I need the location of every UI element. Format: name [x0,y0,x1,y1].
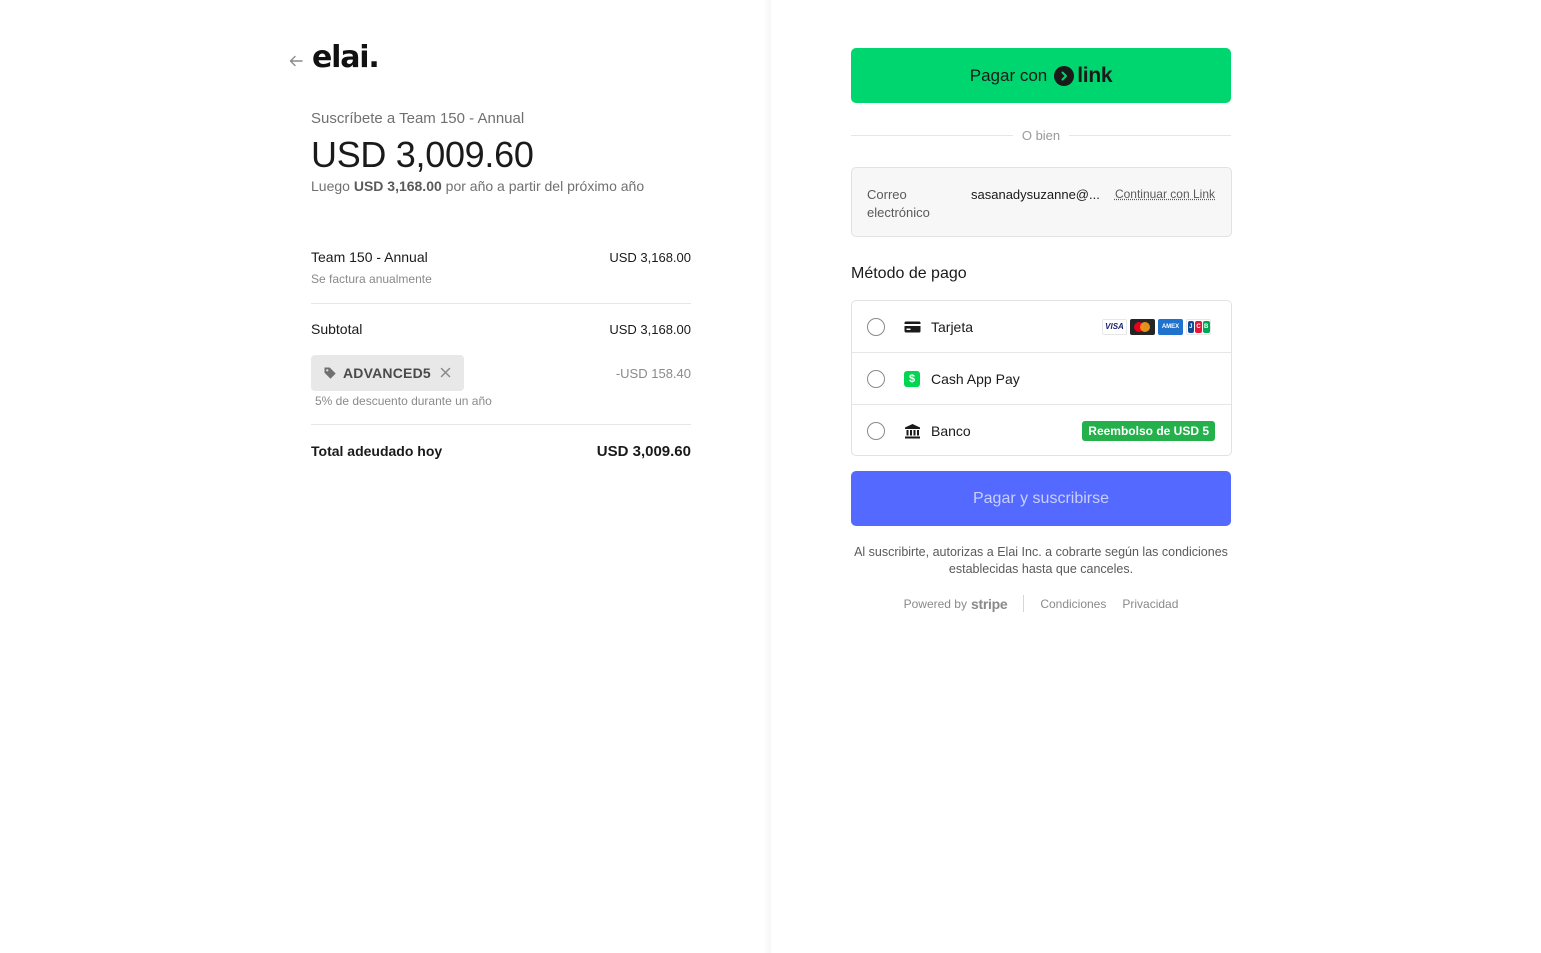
divider [311,424,691,425]
bank-icon [903,422,921,440]
payment-method-card[interactable]: Tarjeta VISA AMEX JCB [852,301,1231,353]
jcb-icon: JCB [1186,318,1211,335]
billing-note: Se factura anualmente [311,272,432,286]
powered-by-stripe[interactable]: Powered by stripe [904,596,1008,612]
tag-icon [323,366,337,380]
or-text: O bien [1021,127,1061,143]
footer-divider [1023,595,1025,612]
payment-method-cashapp[interactable]: $ Cash App Pay [852,353,1231,405]
stripe-logo: stripe [970,595,1008,612]
card-label: Tarjeta [931,318,974,335]
subtotal-amount: USD 3,168.00 [609,322,691,337]
line-item-row: Team 150 - Annual USD 3,168.00 [311,249,691,265]
divider [311,303,691,304]
privacy-link[interactable]: Privacidad [1122,597,1178,611]
renewal-note: Luego USD 3,168.00 por año a partir del … [311,178,644,194]
bank-radio[interactable] [867,422,885,440]
subtotal-row: Subtotal USD 3,168.00 [311,321,691,337]
cashapp-label: Cash App Pay [931,370,1020,387]
refund-badge: Reembolso de USD 5 [1082,421,1215,441]
pay-with-label: Pagar con [969,65,1048,85]
pay-with-link-button[interactable]: Pagar con link [851,48,1231,103]
renewal-amount: USD 3,168.00 [353,178,442,194]
subscription-title: Suscríbete a Team 150 - Annual [311,110,525,127]
link-brand: link [1077,63,1113,87]
payment-methods-list: Tarjeta VISA AMEX JCB $ Cash App Pay Ban… [851,300,1232,456]
pane-divider [763,0,771,953]
cash-app-icon: $ [903,370,921,388]
email-value: sasanadysuzanne@... [971,187,1100,202]
pay-and-subscribe-button[interactable]: Pagar y suscribirse [851,471,1231,526]
line-item-name: Team 150 - Annual [311,249,428,265]
promo-code: ADVANCED5 [343,365,431,381]
link-arrow-icon [1054,65,1075,86]
visa-icon: VISA [1102,318,1127,335]
mastercard-icon [1130,318,1155,335]
discount-description: 5% de descuento durante un año [315,394,492,408]
email-label: Correo electrónico [867,187,930,220]
link-logo: link [1054,63,1113,88]
subtotal-label: Subtotal [311,321,363,337]
email-field[interactable]: Correo electrónico sasanadysuzanne@... C… [851,167,1232,237]
promo-code-chip: ADVANCED5 [311,355,464,391]
payment-method-title: Método de pago [851,265,967,282]
powered-by-label: Powered by [903,596,967,611]
bank-label: Banco [931,423,971,439]
terms-link[interactable]: Condiciones [1040,597,1106,611]
line-item-price: USD 3,168.00 [609,250,691,265]
credit-card-icon [903,318,921,336]
discount-amount: -USD 158.40 [615,366,691,381]
amex-icon: AMEX [1158,318,1183,335]
footer: Powered by stripe Condiciones Privacidad [851,595,1231,612]
total-label: Total adeudado hoy [311,443,443,459]
continue-with-link[interactable]: Continuar con Link [1115,187,1215,201]
cashapp-radio[interactable] [867,369,885,388]
renewal-prefix: Luego [311,178,350,194]
remove-promo-icon[interactable] [439,366,452,379]
back-arrow-icon[interactable] [288,53,304,69]
legal-text: Al suscribirte, autorizas a Elai Inc. a … [854,545,1228,576]
brand-logo[interactable]: elai. [312,40,380,75]
total-amount: USD 3,009.60 [596,443,691,460]
total-price-heading: USD 3,009.60 [311,134,534,175]
renewal-suffix: por año a partir del próximo año [445,178,645,194]
card-radio[interactable] [867,317,885,336]
payment-method-bank[interactable]: Banco Reembolso de USD 5 [852,405,1231,457]
or-separator: O bien [851,126,1231,144]
total-row: Total adeudado hoy USD 3,009.60 [311,443,691,460]
card-brands: VISA AMEX JCB [1102,318,1211,335]
